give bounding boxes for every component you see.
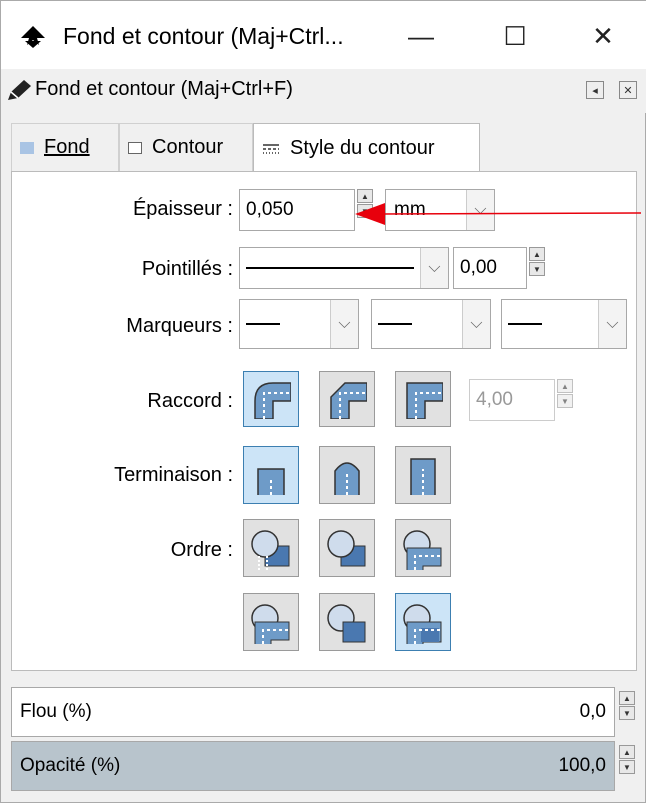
order-button-3[interactable] [395, 519, 451, 577]
miter-join-button[interactable] [395, 371, 451, 427]
dash-offset-stepper[interactable]: ▲ ▼ [529, 247, 545, 289]
dash-offset-input[interactable]: 0,00 [453, 247, 527, 289]
stepper-up-icon[interactable]: ▲ [619, 745, 635, 759]
opacity-stepper[interactable]: ▲ ▼ [619, 745, 635, 787]
round-cap-icon [334, 462, 360, 495]
bevel-join-button[interactable] [319, 371, 375, 427]
order-button-1[interactable] [243, 519, 299, 577]
square-cap-icon [410, 458, 436, 495]
inkscape-icon [21, 26, 45, 48]
order-button-5[interactable] [319, 593, 375, 651]
join-label: Raccord : [147, 390, 233, 412]
bevel-join-icon [330, 382, 367, 419]
fill-icon [20, 141, 34, 154]
stepper-down-icon[interactable]: ▼ [619, 706, 635, 720]
tab-fill-label: Fond [44, 136, 90, 158]
order-markers-first-icon [403, 530, 442, 570]
butt-cap-icon [257, 468, 285, 495]
minimize-button[interactable]: — [391, 11, 451, 61]
cap-label: Terminaison : [114, 464, 233, 486]
stepper-up-icon[interactable]: ▲ [619, 691, 635, 705]
tab-stroke-style[interactable]: Style du contour [253, 123, 480, 173]
dock-collapse-button[interactable]: ◂ [586, 81, 604, 99]
mid-marker-select[interactable]: ⌵ [371, 299, 491, 349]
order-fill-markers-stroke-icon [251, 604, 290, 644]
close-button[interactable]: ✕ [573, 11, 633, 61]
order-fill-stroke-markers-icon [251, 530, 290, 570]
stepper-up-icon[interactable]: ▲ [557, 379, 573, 393]
miter-limit-input[interactable]: 4,00 [469, 379, 555, 421]
width-input[interactable]: 0,050 [239, 189, 355, 231]
dash-pattern-select[interactable]: ⌵ [239, 247, 449, 289]
stepper-down-icon[interactable]: ▼ [529, 262, 545, 276]
no-marker-preview [378, 323, 412, 325]
solid-line-preview [246, 267, 414, 269]
blur-field[interactable]: Flou (%) 0,0 [11, 687, 615, 737]
order-markers-stroke-fill-icon [403, 604, 442, 644]
opacity-field[interactable]: Opacité (%) 100,0 [11, 741, 615, 791]
annotation-arrow [355, 203, 642, 225]
no-marker-preview [508, 323, 542, 325]
tab-fill[interactable]: Fond [11, 123, 119, 171]
dock-title: Fond et contour (Maj+Ctrl+F) [35, 78, 293, 100]
round-join-icon [254, 382, 291, 419]
chevron-down-icon: ⌵ [462, 300, 490, 348]
width-label: Épaisseur : [132, 198, 233, 220]
blur-stepper[interactable]: ▲ ▼ [619, 691, 635, 733]
stepper-down-icon[interactable]: ▼ [557, 394, 573, 408]
miter-limit-stepper[interactable]: ▲ ▼ [557, 379, 573, 421]
start-marker-select[interactable]: ⌵ [239, 299, 359, 349]
fill-stroke-window: Fond et contour (Maj+Ctrl... — ☐ ✕ Fond … [0, 0, 646, 803]
tab-stroke-paint[interactable]: Contour [119, 123, 253, 171]
markers-label: Marqueurs : [126, 315, 233, 337]
stepper-up-icon[interactable]: ▲ [529, 247, 545, 261]
dashes-label: Pointillés : [141, 258, 233, 280]
stroke-paint-icon [128, 141, 142, 154]
tab-stroke-style-label: Style du contour [290, 137, 435, 159]
blur-label: Flou (%) [20, 701, 92, 722]
opacity-label: Opacité (%) [20, 755, 121, 776]
tab-stroke-paint-label: Contour [152, 136, 224, 158]
end-marker-select[interactable]: ⌵ [501, 299, 627, 349]
chevron-down-icon: ⌵ [598, 300, 626, 348]
opacity-value: 100,0 [558, 755, 606, 776]
order-stroke-markers-fill-icon [327, 604, 366, 643]
miter-join-icon [406, 382, 443, 419]
round-cap-button[interactable] [319, 446, 375, 504]
order-button-6[interactable] [395, 593, 451, 651]
dock-close-button[interactable]: ✕ [619, 81, 637, 99]
order-button-2[interactable] [319, 519, 375, 577]
window-title: Fond et contour (Maj+Ctrl... [63, 23, 344, 49]
butt-cap-button[interactable] [243, 446, 299, 504]
stroke-style-icon [263, 143, 279, 154]
order-label: Ordre : [170, 539, 233, 561]
stepper-down-icon[interactable]: ▼ [619, 760, 635, 774]
maximize-button[interactable]: ☐ [485, 11, 545, 61]
fill-stroke-icon [8, 80, 31, 100]
chevron-down-icon: ⌵ [420, 248, 448, 288]
blur-value: 0,0 [579, 701, 606, 722]
no-marker-preview [246, 323, 280, 325]
order-button-4[interactable] [243, 593, 299, 651]
chevron-down-icon: ⌵ [330, 300, 358, 348]
order-stroke-fill-markers-icon [327, 530, 366, 567]
round-join-button[interactable] [243, 371, 299, 427]
square-cap-button[interactable] [395, 446, 451, 504]
